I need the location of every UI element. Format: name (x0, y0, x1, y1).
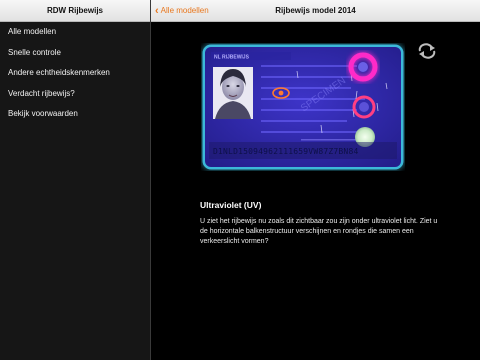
sidebar-item-verdacht-rijbewijs[interactable]: Verdacht rijbewijs? (0, 84, 150, 105)
detail-pane: ‹ Alle modellen Rijbewijs model 2014 NL … (151, 0, 480, 360)
license-card-uv-image: NL RIJBEWIJS SPECIMEN D1NLD1509496211165… (201, 43, 405, 171)
detail-nav-bar: ‹ Alle modellen Rijbewijs model 2014 (151, 0, 480, 22)
sidebar-item-snelle-controle[interactable]: Snelle controle (0, 43, 150, 64)
rotate-arrows-icon (418, 43, 436, 59)
rotate-card-button[interactable] (416, 43, 438, 59)
card-mrz: D1NLD15094962111659VW87Z7BN84 (213, 147, 358, 156)
sidebar-title: RDW Rijbewijs (0, 0, 150, 22)
back-button[interactable]: ‹ Alle modellen (155, 0, 209, 22)
chevron-left-icon: ‹ (155, 5, 159, 17)
sidebar-item-andere-echtheidskenmerken[interactable]: Andere echtheidskenmerken (0, 63, 150, 84)
back-button-label: Alle modellen (160, 6, 209, 15)
sidebar: RDW Rijbewijs Alle modellen Snelle contr… (0, 0, 150, 360)
sidebar-menu: Alle modellen Snelle controle Andere ech… (0, 22, 150, 125)
card-header-text: NL RIJBEWIJS (214, 55, 250, 61)
section-title: Ultraviolet (UV) (200, 200, 262, 210)
sidebar-item-bekijk-voorwaarden[interactable]: Bekijk voorwaarden (0, 104, 150, 125)
section-description: U ziet het rijbewijs nu zoals dit zichtb… (200, 218, 438, 245)
sidebar-item-alle-modellen[interactable]: Alle modellen (0, 22, 150, 43)
